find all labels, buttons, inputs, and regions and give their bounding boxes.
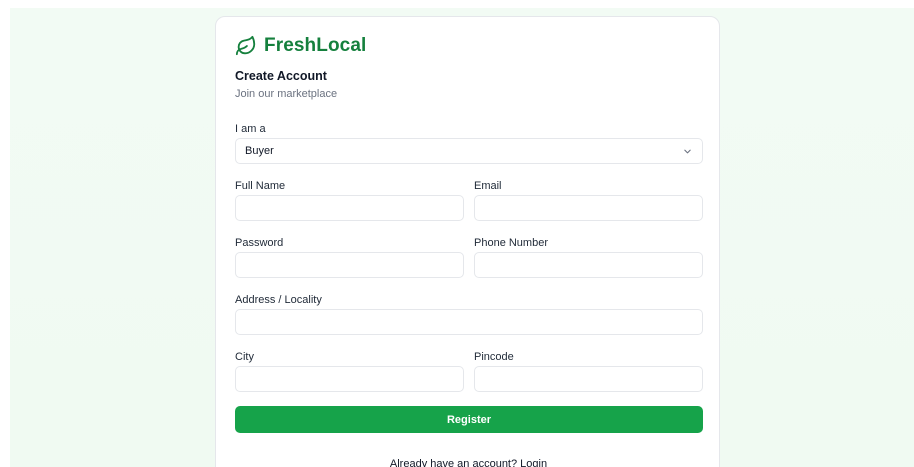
login-prompt: Already have an account? Login <box>216 458 721 467</box>
page-subtitle: Join our marketplace <box>235 88 338 100</box>
pincode-input[interactable] <box>474 366 703 392</box>
register-card: FreshLocal Create Account Join our marke… <box>215 16 720 467</box>
full-name-input[interactable] <box>235 195 464 221</box>
password-label: Password <box>235 237 284 249</box>
role-selected-value: Buyer <box>245 145 274 157</box>
city-input[interactable] <box>235 366 464 392</box>
address-input[interactable] <box>235 309 703 335</box>
full-name-label: Full Name <box>235 180 286 192</box>
password-input[interactable] <box>235 252 464 278</box>
login-prompt-text: Already have an account? <box>389 458 518 467</box>
email-label: Email <box>474 180 502 192</box>
phone-label: Phone Number <box>474 237 548 249</box>
brand-name: FreshLocal <box>264 35 367 56</box>
leaf-icon <box>235 35 256 56</box>
email-input[interactable] <box>474 195 703 221</box>
chevron-down-icon <box>684 149 691 153</box>
phone-input[interactable] <box>474 252 703 278</box>
login-link[interactable]: Login <box>520 458 547 467</box>
pincode-label: Pincode <box>474 351 514 363</box>
page-title: Create Account <box>235 69 327 83</box>
register-button[interactable]: Register <box>235 406 703 433</box>
role-label: I am a <box>235 123 266 135</box>
brand: FreshLocal <box>235 35 366 57</box>
address-label: Address / Locality <box>235 294 322 306</box>
role-select[interactable]: Buyer <box>235 138 703 164</box>
city-label: City <box>235 351 254 363</box>
